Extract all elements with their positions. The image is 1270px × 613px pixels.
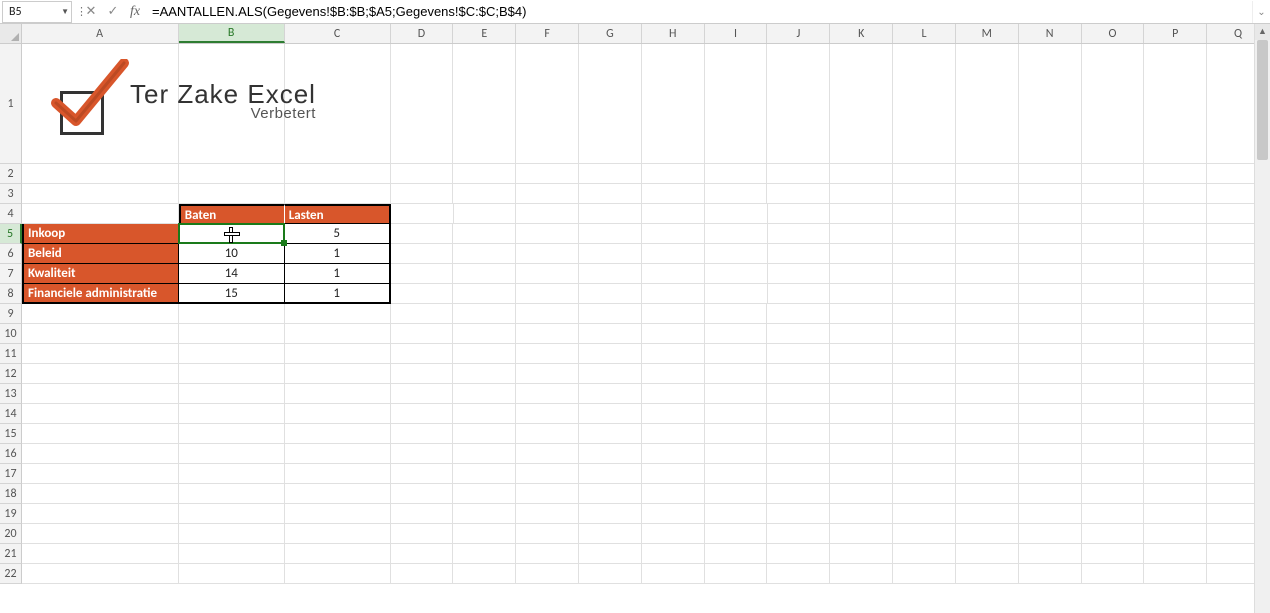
cancel-formula-button[interactable]: ✕ [80,1,102,23]
cell-reference: B5 [9,1,22,23]
cell-D1[interactable] [391,44,454,164]
cell-C3[interactable] [285,184,391,204]
column-header-J[interactable]: J [767,24,830,43]
cell-J1[interactable] [767,44,830,164]
cell-L1[interactable] [893,44,956,164]
cell-A7[interactable]: Kwaliteit [22,264,179,284]
name-box[interactable]: B5 ▼ [2,1,72,23]
checkmark-icon [50,59,130,139]
logo-mark [52,69,122,139]
column-header-H[interactable]: H [642,24,705,43]
cell-B4[interactable]: Baten [179,204,285,224]
column-header-L[interactable]: L [893,24,956,43]
column-headers: A B C D E F G H I J K L M N O P Q [0,24,1270,44]
row-header-12[interactable]: 12 [0,364,22,384]
cell-B7[interactable]: 14 [179,264,285,284]
row-header-20[interactable]: 20 [0,524,22,544]
scroll-up-button[interactable]: ▲ [1255,24,1270,40]
cell-E1[interactable] [453,44,516,164]
vertical-scrollbar[interactable]: ▲ [1254,24,1270,613]
column-header-F[interactable]: F [516,24,579,43]
row-header-17[interactable]: 17 [0,464,22,484]
logo: Ter Zake Excel Verbetert [52,54,352,154]
cell-B3[interactable] [179,184,285,204]
formula-bar: B5 ▼ ⋮ ✕ ✓ fx ⌄ [0,0,1270,24]
spreadsheet-grid: A B C D E F G H I J K L M N O P Q 1 [0,24,1270,584]
cell-O1[interactable] [1082,44,1145,164]
row-header-22[interactable]: 22 [0,564,22,584]
column-header-G[interactable]: G [579,24,642,43]
column-header-I[interactable]: I [705,24,768,43]
cell-C4[interactable]: Lasten [285,204,391,224]
row-header-2[interactable]: 2 [0,164,22,184]
column-header-P[interactable]: P [1144,24,1207,43]
row-header-15[interactable]: 15 [0,424,22,444]
cell-K1[interactable] [830,44,893,164]
cell-C6[interactable]: 1 [285,244,391,264]
row-header-11[interactable]: 11 [0,344,22,364]
row-1: 1 Ter Zake Excel Verbetert [0,44,1270,164]
cell-B2[interactable] [179,164,285,184]
row-header-16[interactable]: 16 [0,444,22,464]
row-header-3[interactable]: 3 [0,184,22,204]
cell-M1[interactable] [956,44,1019,164]
scroll-thumb[interactable] [1257,40,1268,160]
enter-formula-button[interactable]: ✓ [102,1,124,23]
fx-button[interactable]: fx [124,1,146,23]
rows: 1 Ter Zake Excel Verbetert [0,44,1270,584]
column-header-M[interactable]: M [956,24,1019,43]
cell-C7[interactable]: 1 [285,264,391,284]
cell-I1[interactable] [705,44,768,164]
selection-outline [178,223,285,244]
row-header-13[interactable]: 13 [0,384,22,404]
cell-B6[interactable]: 10 [179,244,285,264]
column-header-O[interactable]: O [1082,24,1145,43]
cell-C2[interactable] [285,164,391,184]
separator: ⋮ [72,5,80,18]
row-header-10[interactable]: 10 [0,324,22,344]
cell-A6[interactable]: Beleid [22,244,179,264]
cell-B5[interactable] [179,224,285,244]
cell-A3[interactable] [22,184,179,204]
formula-input[interactable] [146,1,1252,23]
row-header-4[interactable]: 4 [0,204,22,224]
row-header-18[interactable]: 18 [0,484,22,504]
row-header-14[interactable]: 14 [0,404,22,424]
column-header-D[interactable]: D [391,24,454,43]
select-all-corner[interactable] [0,24,22,43]
cell-H1[interactable] [642,44,705,164]
row-header-5[interactable]: 5 [0,224,22,244]
column-header-C[interactable]: C [285,24,391,43]
cell-N1[interactable] [1019,44,1082,164]
row-header-19[interactable]: 19 [0,504,22,524]
row-header-6[interactable]: 6 [0,244,22,264]
cell-P1[interactable] [1144,44,1207,164]
row-header-7[interactable]: 7 [0,264,22,284]
column-header-B[interactable]: B [179,24,285,43]
name-box-dropdown-icon[interactable]: ▼ [61,1,69,23]
cell-A1[interactable]: Ter Zake Excel Verbetert [22,44,179,164]
cell-C5[interactable]: 5 [285,224,391,244]
column-header-N[interactable]: N [1019,24,1082,43]
cell-cursor-icon [224,227,238,241]
cell-F1[interactable] [516,44,579,164]
column-header-E[interactable]: E [453,24,516,43]
cell-A5[interactable]: Inkoop [22,224,179,244]
cell-A4[interactable] [22,204,179,224]
logo-title: Ter Zake Excel [130,84,316,104]
row-header-9[interactable]: 9 [0,304,22,324]
row-header-21[interactable]: 21 [0,544,22,564]
cell-A8[interactable]: Financiele administratie [22,284,179,304]
cell-G1[interactable] [579,44,642,164]
cell-C8[interactable]: 1 [285,284,391,304]
expand-formula-bar-button[interactable]: ⌄ [1252,1,1270,23]
cell-A2[interactable] [22,164,179,184]
cell-B8[interactable]: 15 [179,284,285,304]
column-header-K[interactable]: K [830,24,893,43]
column-header-A[interactable]: A [22,24,179,43]
row-header-1[interactable]: 1 [0,44,22,164]
fill-handle[interactable] [281,240,287,246]
row-header-8[interactable]: 8 [0,284,22,304]
